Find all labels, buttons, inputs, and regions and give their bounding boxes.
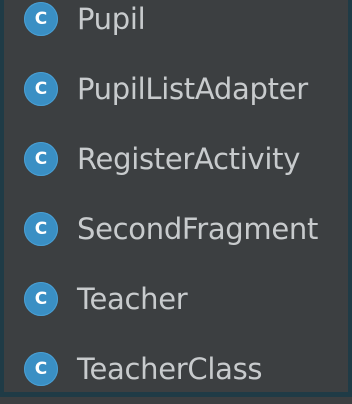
class-icon-letter: C (34, 78, 48, 99)
tree-item-label: Teacher (77, 281, 188, 316)
class-list: C Pupil C PupilListAdapter C RegisterAct… (24, 0, 350, 404)
class-icon: C (24, 142, 58, 176)
tree-item-label: Pupil (77, 1, 146, 36)
tree-item-label: PupilListAdapter (77, 71, 308, 106)
project-tree-panel: C Pupil C PupilListAdapter C RegisterAct… (0, 0, 352, 397)
class-icon: C (24, 2, 58, 36)
class-icon: C (24, 72, 58, 106)
tree-item-secondfragment[interactable]: C SecondFragment (24, 194, 350, 264)
class-icon-letter: C (34, 218, 48, 239)
class-icon-letter: C (34, 8, 48, 29)
class-icon: C (24, 212, 58, 246)
tree-item-pupillistadapter[interactable]: C PupilListAdapter (24, 54, 350, 124)
tree-item-teacherclass[interactable]: C TeacherClass (24, 334, 350, 404)
tree-item-label: SecondFragment (77, 211, 319, 246)
class-icon-letter: C (34, 148, 48, 169)
tree-item-label: TeacherClass (77, 351, 263, 386)
class-icon: C (24, 282, 58, 316)
tree-item-label: RegisterActivity (77, 141, 301, 176)
tree-item-registeractivity[interactable]: C RegisterActivity (24, 124, 350, 194)
class-icon: C (24, 352, 58, 386)
class-icon-letter: C (34, 358, 48, 379)
class-icon-letter: C (34, 288, 48, 309)
tree-item-teacher[interactable]: C Teacher (24, 264, 350, 334)
tree-item-pupil[interactable]: C Pupil (24, 0, 350, 54)
